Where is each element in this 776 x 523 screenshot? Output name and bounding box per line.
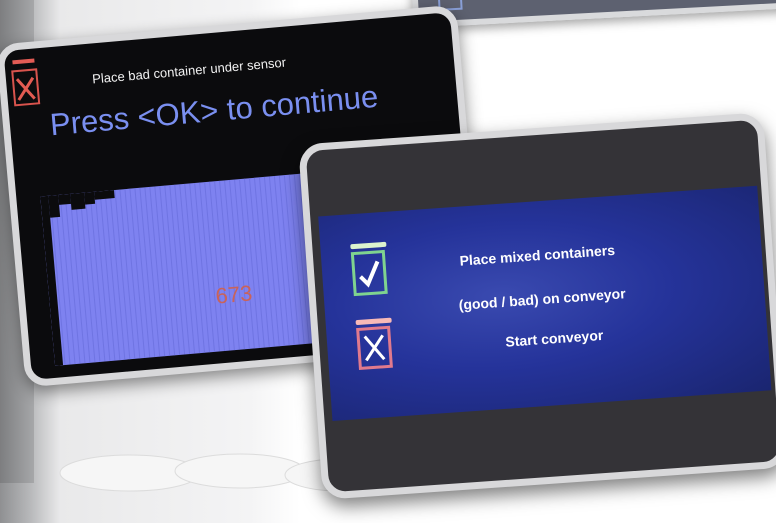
- top-screen-partial: [411, 0, 776, 29]
- x-container-lid: [12, 58, 35, 65]
- right-device-screen: Place mixed containers (good / bad) on c…: [298, 112, 776, 500]
- count-readout: 673: [214, 280, 254, 309]
- x-container-icon: [356, 325, 393, 370]
- ok-container-lid: [350, 241, 387, 250]
- left-message: Place bad container under sensor: [91, 54, 287, 87]
- instruction-line-2: (good / bad) on conveyor: [458, 285, 627, 313]
- instruction-line-3: Start conveyor: [504, 326, 604, 350]
- instruction-panel: Place mixed containers (good / bad) on c…: [318, 185, 772, 421]
- check-container-icon: [350, 249, 388, 297]
- x-mark-icon: [11, 68, 41, 107]
- press-ok-prompt: Press <OK> to continue: [48, 78, 380, 143]
- instruction-line-1: Place mixed containers: [459, 241, 616, 269]
- bad-container-lid: [355, 317, 392, 326]
